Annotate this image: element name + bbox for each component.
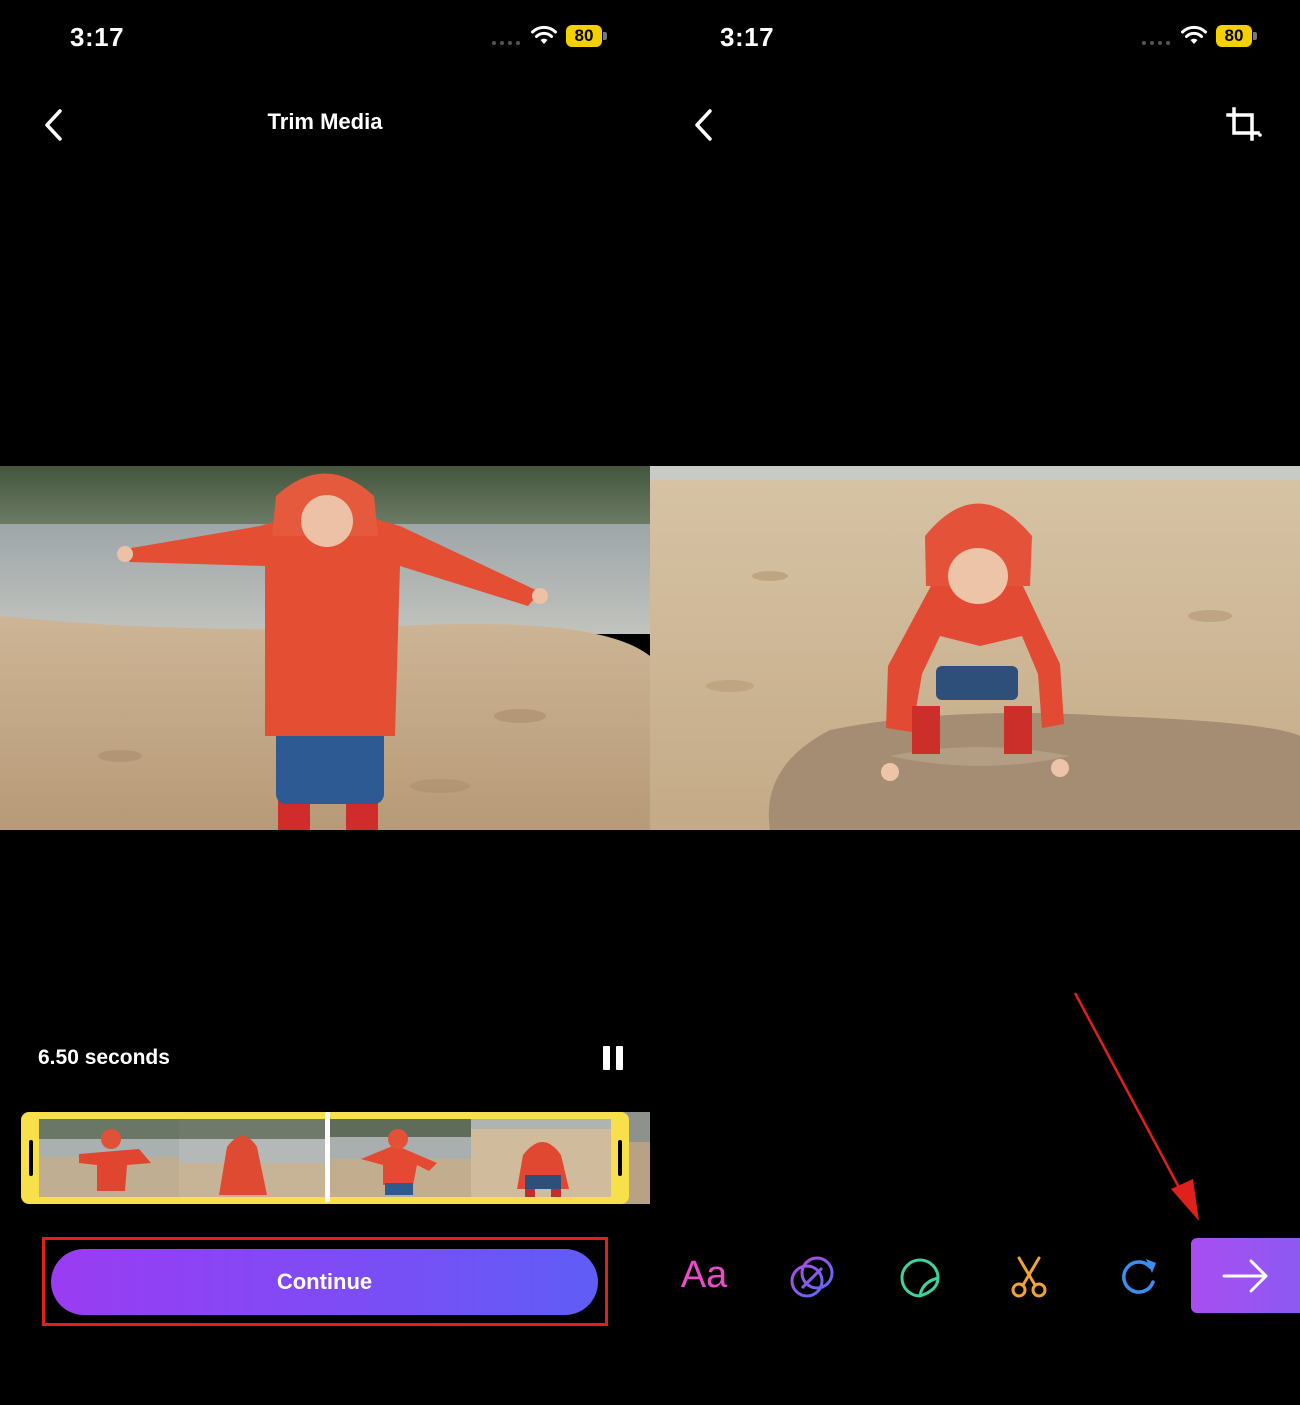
annotation-arrow-icon <box>1073 992 1199 1221</box>
wifi-icon <box>1181 25 1207 44</box>
back-button[interactable] <box>690 107 720 143</box>
status-bar: 3:17 80 <box>650 0 1300 75</box>
trim-handle-left[interactable] <box>29 1140 33 1176</box>
crop-button[interactable] <box>1224 105 1264 145</box>
trim-timeline[interactable] <box>0 1112 650 1204</box>
cut-tool-button[interactable] <box>1001 1250 1057 1306</box>
cellular-signal-icon <box>492 41 522 47</box>
text-icon: Aa <box>680 1254 728 1296</box>
continue-button[interactable]: Continue <box>51 1249 598 1315</box>
status-bar: 3:17 80 <box>0 0 650 75</box>
text-tool-button[interactable]: Aa <box>676 1250 732 1306</box>
redo-tool-button[interactable] <box>1110 1250 1166 1306</box>
battery-level: 80 <box>574 26 594 45</box>
status-time: 3:17 <box>720 22 775 52</box>
video-frame-child-crouching <box>650 466 1300 830</box>
arrow-right-icon <box>1222 1259 1268 1293</box>
effects-tool-button[interactable] <box>784 1250 840 1306</box>
wifi-icon <box>531 25 557 44</box>
crop-icon <box>1226 107 1262 141</box>
status-time: 3:17 <box>70 22 125 52</box>
video-frame-child-arms-out <box>0 466 650 830</box>
battery-indicator: 80 <box>566 25 608 47</box>
redo-icon <box>1122 1259 1156 1294</box>
pause-button[interactable] <box>601 1046 625 1070</box>
trim-selection-frame[interactable] <box>21 1112 629 1204</box>
trim-duration: 6.50 seconds <box>38 1046 170 1069</box>
trim-media-screen: 3:17 80 Trim Media 6.50 seconds Continue <box>0 0 650 1405</box>
chevron-left-icon <box>695 109 712 141</box>
playhead[interactable] <box>325 1112 330 1202</box>
trim-handle-right[interactable] <box>618 1140 622 1176</box>
next-button[interactable] <box>1191 1238 1300 1313</box>
cellular-signal-icon <box>1142 41 1172 47</box>
page-title: Trim Media <box>267 109 383 134</box>
sticker-tool-button[interactable] <box>892 1250 948 1306</box>
sticker-icon <box>900 1258 940 1298</box>
scissors-icon <box>1011 1256 1047 1298</box>
nav-bar: Trim Media <box>0 95 650 155</box>
battery-indicator: 80 <box>1216 25 1258 47</box>
editor-screen: 3:17 80 Aa <box>650 0 1300 1405</box>
pause-icon <box>603 1046 610 1070</box>
battery-level: 80 <box>1224 26 1244 45</box>
video-preview[interactable] <box>0 466 650 830</box>
nav-bar <box>650 95 1300 155</box>
overlapping-circles-icon <box>790 1256 834 1298</box>
video-preview[interactable] <box>650 466 1300 830</box>
